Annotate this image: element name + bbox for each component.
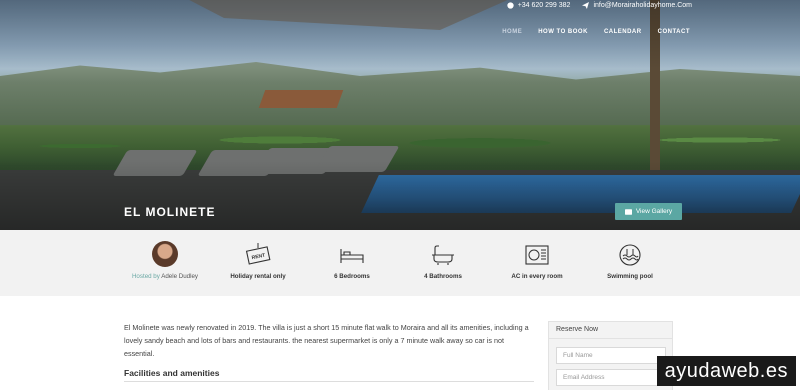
nav-contact[interactable]: CONTACT [658,29,690,35]
facilities-heading: Facilities and amenities [124,368,220,378]
email-link[interactable]: info@Morairaholidayhome.Com [582,2,692,9]
property-title: EL MOLINETE [124,205,216,219]
nav-how-to-book[interactable]: HOW TO BOOK [538,29,588,35]
view-gallery-label: View Gallery [635,208,673,215]
phone-link[interactable]: +34 620 299 382 [507,2,571,9]
divider [124,381,534,382]
nav-home[interactable]: HOME [502,29,522,35]
email-address: info@Morairaholidayhome.Com [593,2,692,9]
watermark-badge: ayudaweb.es [656,356,796,386]
phone-number: +34 620 299 382 [517,2,571,9]
hero-banner: +34 620 299 382 info@Morairaholidayhome.… [0,0,800,230]
rent-sign-text: RENT [251,253,266,262]
feature-label: Swimming pool [607,273,653,280]
host-avatar [152,241,178,267]
hosted-by-text: Hosted by [131,273,160,280]
send-icon [582,2,590,9]
bed-icon [340,249,364,263]
feature-pool: Swimming pool [575,230,685,296]
property-description: El Molinete was newly renovated in 2019.… [124,323,529,358]
view-gallery-button[interactable]: View Gallery [615,203,682,220]
reserve-title: Reserve Now [549,322,672,339]
full-name-input[interactable] [556,347,666,364]
rent-sign-icon: RENT [245,243,271,265]
reserve-panel: Reserve Now [548,321,673,390]
main-nav: HOME HOW TO BOOK CALENDAR CONTACT [502,29,690,35]
contact-topbar: +34 620 299 382 info@Morairaholidayhome.… [507,2,692,9]
image-icon [624,208,632,215]
air-conditioner-icon [525,245,549,265]
host-name: Adele Dudley [161,273,199,280]
pool-icon [619,244,641,266]
nav-calendar[interactable]: CALENDAR [604,29,642,35]
whatsapp-icon [507,2,514,9]
features-bar: Hosted by Adele Dudley RENT Holiday rent… [0,230,800,296]
bathtub-icon [432,245,454,265]
email-input[interactable] [556,369,666,386]
